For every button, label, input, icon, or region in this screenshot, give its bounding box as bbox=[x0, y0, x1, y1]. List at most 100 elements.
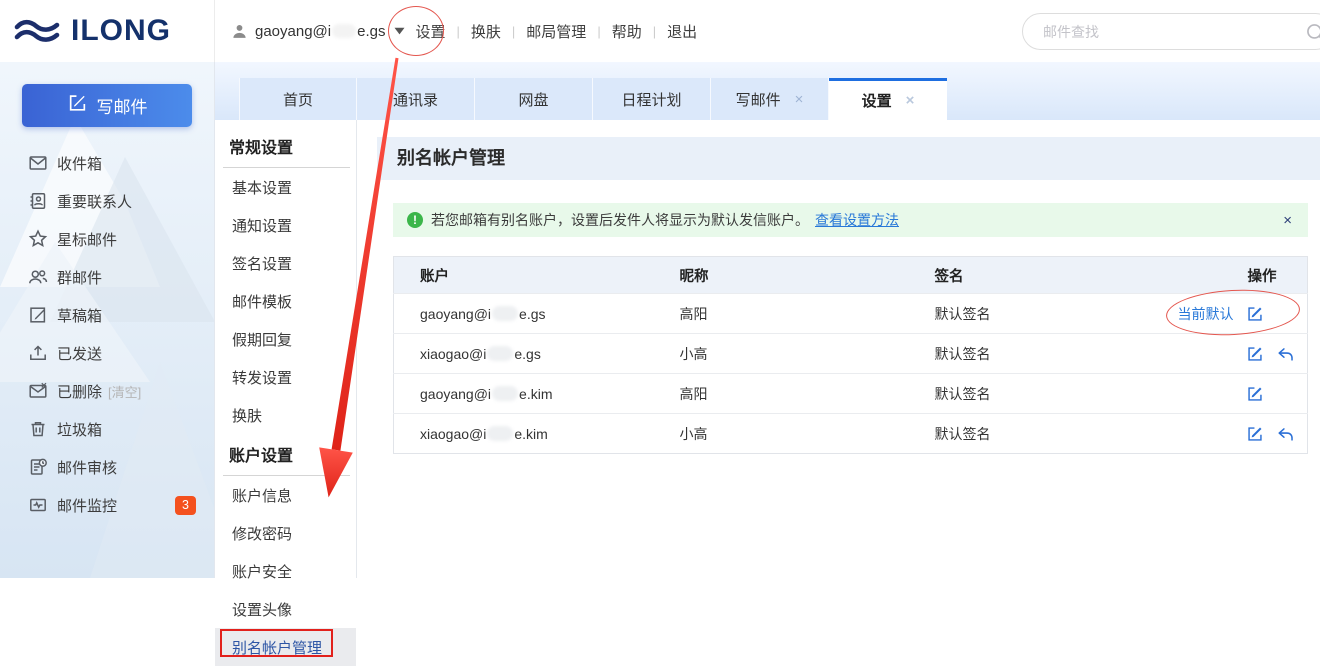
settings-nav-item[interactable]: 假期回复 bbox=[215, 320, 356, 358]
tab[interactable]: 日程计划 bbox=[593, 78, 711, 120]
settings-nav-item[interactable]: 基本设置 bbox=[215, 168, 356, 206]
nickname-cell: 高阳 bbox=[654, 294, 909, 334]
sidebar-item[interactable]: 重要联系人 bbox=[0, 182, 214, 220]
edit-icon[interactable] bbox=[1246, 425, 1264, 443]
user-email: gaoyang@ie.gs bbox=[255, 23, 385, 40]
account-text: e.kim bbox=[514, 426, 547, 442]
tab-close-icon[interactable]: × bbox=[795, 91, 804, 108]
settings-nav-item[interactable]: 账户信息 bbox=[215, 476, 356, 514]
sidebar-item[interactable]: 群邮件 bbox=[0, 258, 214, 296]
sidebar-item[interactable]: 邮件审核 bbox=[0, 448, 214, 486]
table-row: gaoyang@ie.kim高阳默认签名 bbox=[394, 374, 1308, 414]
settings-nav-item[interactable]: 通知设置 bbox=[215, 206, 356, 244]
account-text: gaoyang@i bbox=[420, 306, 491, 322]
edit-icon[interactable] bbox=[1246, 385, 1264, 403]
content: 别名帐户管理 ! 若您邮箱有别名账户，设置后发件人将显示为默认发信账户。 查看设… bbox=[357, 120, 1320, 578]
topbar-menu-item[interactable]: 帮助 bbox=[612, 21, 642, 42]
settings-nav: 常规设置基本设置通知设置签名设置邮件模板假期回复转发设置换肤账户设置账户信息修改… bbox=[215, 120, 357, 578]
account-cell: gaoyang@i e.gs bbox=[394, 294, 654, 334]
annotation-highlight-box bbox=[220, 629, 333, 657]
tab[interactable]: 设置× bbox=[829, 78, 947, 120]
current-default-link[interactable]: 当前默认 bbox=[1140, 304, 1234, 324]
info-icon: ! bbox=[407, 212, 423, 228]
column-header: 昵称 bbox=[654, 257, 909, 294]
sidebar-item[interactable]: 星标邮件 bbox=[0, 220, 214, 258]
topbar-menu-item[interactable]: 邮局管理 bbox=[526, 21, 586, 42]
table-row: xiaogao@ie.kim小高默认签名 bbox=[394, 414, 1308, 454]
search-input[interactable] bbox=[1043, 24, 1320, 40]
revert-icon[interactable] bbox=[1276, 345, 1294, 363]
settings-nav-item[interactable]: 别名帐户管理 bbox=[215, 628, 356, 666]
account-text: xiaogao@i bbox=[420, 346, 486, 362]
sidebar-item-label: 群邮件 bbox=[57, 267, 102, 288]
folder-list: 收件箱重要联系人星标邮件群邮件草稿箱已发送已删除[清空]垃圾箱邮件审核邮件监控3 bbox=[0, 144, 214, 524]
tab[interactable]: 网盘 bbox=[475, 78, 593, 120]
sidebar-item[interactable]: 收件箱 bbox=[0, 144, 214, 182]
sidebar-item-label: 草稿箱 bbox=[57, 305, 102, 326]
blurred-text bbox=[332, 24, 356, 38]
clear-deleted-link[interactable]: [清空] bbox=[108, 382, 141, 401]
sidebar-item[interactable]: 邮件监控3 bbox=[0, 486, 214, 524]
tab[interactable]: 写邮件 × bbox=[711, 78, 829, 120]
settings-nav-item[interactable]: 换肤 bbox=[215, 396, 356, 434]
compose-button[interactable]: 写邮件 bbox=[22, 84, 192, 127]
group-icon bbox=[27, 267, 48, 288]
account-text: gaoyang@i bbox=[420, 386, 491, 402]
sidebar-item[interactable]: 草稿箱 bbox=[0, 296, 214, 334]
topbar-menu: 设置|换肤|邮局管理|帮助|退出 bbox=[415, 21, 697, 42]
tab-label: 网盘 bbox=[518, 89, 548, 110]
actions-cell bbox=[1140, 374, 1308, 414]
view-setup-link[interactable]: 查看设置方法 bbox=[815, 210, 899, 230]
banner-close-icon[interactable]: × bbox=[1283, 212, 1292, 229]
settings-nav-item[interactable]: 修改密码 bbox=[215, 514, 356, 552]
sidebar-item-label: 邮件审核 bbox=[57, 457, 117, 478]
account-text: e.kim bbox=[519, 386, 552, 402]
settings-nav-item[interactable]: 设置头像 bbox=[215, 590, 356, 628]
sidebar: 写邮件 收件箱重要联系人星标邮件群邮件草稿箱已发送已删除[清空]垃圾箱邮件审核邮… bbox=[0, 62, 215, 578]
draft-icon bbox=[27, 305, 48, 326]
column-header: 签名 bbox=[909, 257, 1140, 294]
menu-separator: | bbox=[457, 24, 460, 39]
main-area: 首页通讯录网盘日程计划写邮件×设置× 常规设置基本设置通知设置签名设置邮件模板假… bbox=[215, 62, 1320, 578]
actions-group bbox=[1140, 385, 1308, 403]
chevron-down-icon[interactable] bbox=[394, 27, 405, 35]
topbar-menu-item[interactable]: 设置 bbox=[415, 21, 445, 42]
settings-nav-item[interactable]: 签名设置 bbox=[215, 244, 356, 282]
account-menu[interactable]: gaoyang@ie.gs bbox=[231, 23, 405, 40]
tab-close-icon[interactable]: × bbox=[906, 92, 915, 109]
mail-search[interactable] bbox=[1022, 13, 1320, 50]
compose-label: 写邮件 bbox=[97, 93, 148, 118]
settings-nav-item[interactable]: 账户安全 bbox=[215, 552, 356, 590]
tab-label: 写邮件 bbox=[736, 89, 781, 110]
tab[interactable]: 通讯录 bbox=[357, 78, 475, 120]
tab[interactable]: 首页 bbox=[239, 78, 357, 120]
signature-cell: 默认签名 bbox=[909, 294, 1140, 334]
logo[interactable]: ILONG bbox=[0, 0, 215, 62]
edit-icon[interactable] bbox=[1246, 305, 1264, 323]
monitor-icon bbox=[27, 495, 48, 516]
table-row: xiaogao@ie.gs小高默认签名 bbox=[394, 334, 1308, 374]
search-icon[interactable] bbox=[1305, 22, 1320, 48]
settings-section-title: 常规设置 bbox=[215, 126, 356, 167]
menu-separator: | bbox=[653, 24, 656, 39]
column-header: 账户 bbox=[394, 257, 654, 294]
account-text: e.gs bbox=[519, 306, 545, 322]
topbar-menu-item[interactable]: 退出 bbox=[667, 21, 697, 42]
contacts-icon bbox=[27, 191, 48, 212]
table-row: gaoyang@i e.gs 高阳默认签名当前默认 bbox=[394, 294, 1308, 334]
sidebar-item[interactable]: 已发送 bbox=[0, 334, 214, 372]
sidebar-item[interactable]: 已删除[清空] bbox=[0, 372, 214, 410]
sidebar-item-label: 收件箱 bbox=[57, 153, 102, 174]
table-header-row: 账户昵称签名操作 bbox=[394, 257, 1308, 294]
sidebar-item[interactable]: 垃圾箱 bbox=[0, 410, 214, 448]
sidebar-item-label: 已发送 bbox=[57, 343, 102, 364]
info-banner: ! 若您邮箱有别名账户，设置后发件人将显示为默认发信账户。 查看设置方法 × bbox=[393, 203, 1308, 237]
topbar-menu-item[interactable]: 换肤 bbox=[471, 21, 501, 42]
settings-nav-item[interactable]: 邮件模板 bbox=[215, 282, 356, 320]
sidebar-item-label: 星标邮件 bbox=[57, 229, 117, 250]
settings-nav-item[interactable]: 转发设置 bbox=[215, 358, 356, 396]
edit-icon[interactable] bbox=[1246, 345, 1264, 363]
star-icon bbox=[27, 229, 48, 250]
nickname-cell: 高阳 bbox=[654, 374, 909, 414]
revert-icon[interactable] bbox=[1276, 425, 1294, 443]
